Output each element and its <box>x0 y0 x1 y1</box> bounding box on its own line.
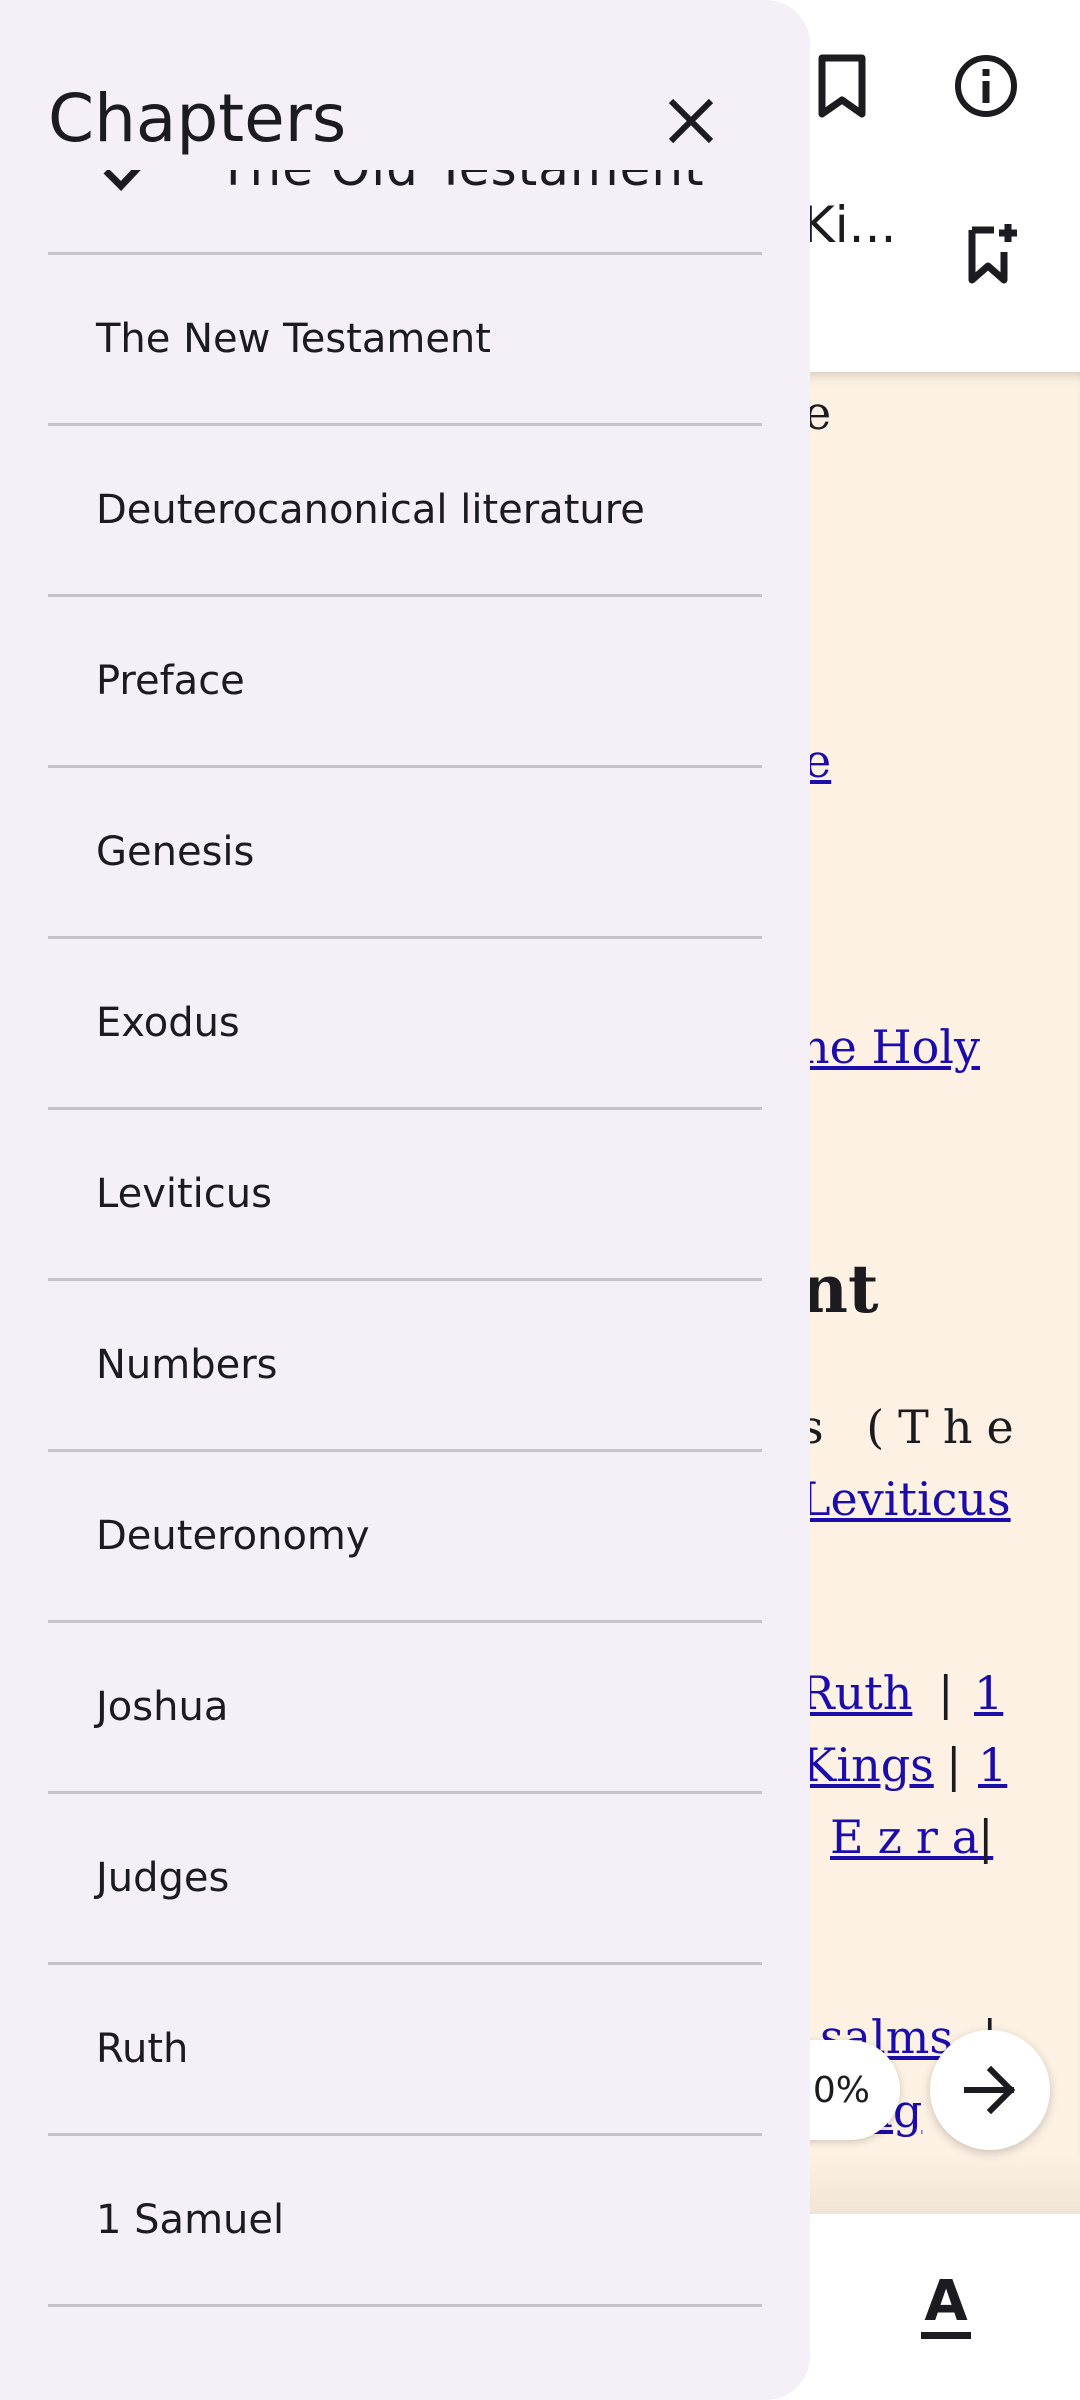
chapter-item-selected[interactable]: The Old Testament <box>48 170 762 255</box>
separator: | <box>978 1810 994 1864</box>
chapter-item[interactable]: The New Testament <box>48 255 762 426</box>
arrow-right-icon <box>964 2065 1016 2115</box>
next-page-button[interactable] <box>930 2030 1050 2150</box>
link-fragment[interactable]: he Holy <box>800 1020 980 1074</box>
link-fragment[interactable]: Ezra <box>830 1810 993 1864</box>
close-icon <box>668 98 714 144</box>
chapter-label: Numbers <box>96 1342 278 1388</box>
info-icon[interactable] <box>944 44 1028 128</box>
chapter-label: Exodus <box>96 1000 240 1046</box>
chapter-item[interactable]: Exodus <box>48 939 762 1110</box>
chapter-label: The New Testament <box>96 316 491 362</box>
bookmark-add-icon[interactable] <box>952 210 1036 294</box>
chapter-list[interactable]: The Old Testament The New Testament Deute… <box>48 170 762 2400</box>
chapter-item[interactable]: Preface <box>48 597 762 768</box>
chapter-item[interactable]: Joshua <box>48 1623 762 1794</box>
chapter-label: Genesis <box>96 829 255 875</box>
close-button[interactable] <box>646 76 736 166</box>
chapter-label: Deuterocanonical literature <box>96 487 645 533</box>
chapter-label: Preface <box>96 658 245 704</box>
chapter-label: Judges <box>96 1855 230 1901</box>
link-fragment[interactable]: 1 <box>974 1666 1003 1720</box>
book-title: Ki... <box>802 196 897 254</box>
text-format-icon[interactable]: A <box>906 2266 986 2346</box>
link-fragment[interactable]: Kings <box>802 1738 934 1792</box>
text-fragment: s (The <box>800 1400 1028 1454</box>
heading-fragment: nt <box>800 1250 879 1328</box>
chapter-item[interactable]: 1 Samuel <box>48 2136 762 2307</box>
link-fragment[interactable]: Ruth <box>800 1666 912 1720</box>
chapter-label: The Old Testament <box>218 170 705 197</box>
separator: | <box>938 1666 954 1720</box>
chapter-item[interactable]: Genesis <box>48 768 762 939</box>
chapter-label: Leviticus <box>96 1171 272 1217</box>
bookmark-icon[interactable] <box>800 44 884 128</box>
chapter-label: Ruth <box>96 2026 189 2072</box>
chapters-drawer: Chapters The Old Testament The New Testa… <box>0 0 810 2400</box>
chapter-item[interactable]: Leviticus <box>48 1110 762 1281</box>
progress-label: 0% <box>812 2069 870 2111</box>
chapter-item[interactable]: Deuteronomy <box>48 1452 762 1623</box>
chapter-item[interactable]: Numbers <box>48 1281 762 1452</box>
chapter-label: Deuteronomy <box>96 1513 370 1559</box>
link-fragment[interactable]: 1 <box>978 1738 1007 1792</box>
chapter-label: 1 Samuel <box>96 2197 285 2243</box>
drawer-title: Chapters <box>48 80 347 157</box>
check-icon <box>103 170 141 192</box>
chapter-label: Joshua <box>96 1684 229 1730</box>
separator: | <box>946 1738 962 1792</box>
chapter-item[interactable]: Judges <box>48 1794 762 1965</box>
chapter-item[interactable]: Ruth <box>48 1965 762 2136</box>
chapter-item[interactable]: Deuterocanonical literature <box>48 426 762 597</box>
link-fragment[interactable]: Leviticus <box>800 1472 1011 1526</box>
